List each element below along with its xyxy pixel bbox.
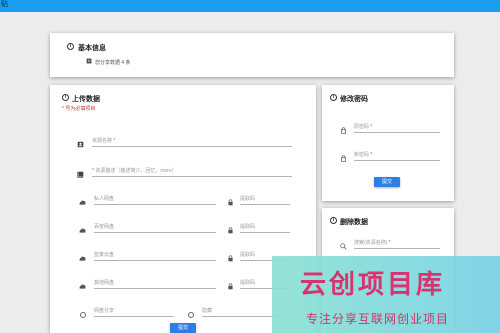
search-icon — [340, 243, 347, 250]
top-bar: 贴 — [0, 0, 500, 12]
top-bar-label: 贴 — [1, 1, 8, 8]
old-password-placeholder: 原密码 — [354, 124, 370, 130]
watermark-title: 云创项目库 — [300, 270, 446, 300]
info-icon: i — [67, 43, 74, 50]
lock-icon — [228, 255, 233, 262]
password-title: 修改密码 — [340, 96, 368, 103]
description-icon — [77, 171, 84, 178]
basic-info-title: 基本信息 — [78, 45, 106, 52]
share-option-field[interactable]: 网盘分享 — [94, 307, 174, 317]
info-icon: i — [62, 94, 69, 101]
required-mark: * — [370, 152, 373, 158]
lanzou-disk-placeholder: 蓝奏云盘 — [94, 252, 115, 258]
baidu-disk-code-input[interactable]: 提取码 — [240, 223, 290, 233]
delete-search-input[interactable]: 搜索(资源名称) * — [354, 239, 440, 249]
required-mark: * — [370, 124, 373, 130]
private-disk-placeholder: 私人网盘 — [94, 196, 115, 202]
baidu-disk-code-placeholder: 提取码 — [240, 224, 256, 230]
watermark-banner: 云创项目库 专注分享互联网创业项目 — [272, 256, 500, 333]
other-disk-placeholder: 其他网盘 — [94, 280, 115, 286]
cloud-upload-icon — [79, 228, 86, 233]
watermark-subtitle: 专注分享互联网创业项目 — [306, 312, 450, 326]
private-disk-code-placeholder: 提取码 — [240, 196, 256, 202]
old-password-input[interactable]: 原密码 * — [354, 123, 440, 133]
hidden-option-field[interactable]: 隐藏 — [202, 307, 282, 317]
required-mark: * — [92, 168, 94, 174]
lanzou-disk-input[interactable]: 蓝奏云盘 — [94, 251, 216, 261]
delete-search-placeholder: 搜索(资源名称) — [354, 240, 388, 246]
other-disk-code-placeholder: 提取码 — [240, 280, 256, 286]
private-disk-code-input[interactable]: 提取码 — [240, 195, 290, 205]
upload-title: 上传数据 — [72, 96, 100, 103]
delete-title: 删除数据 — [340, 219, 368, 226]
lock-icon — [228, 283, 233, 290]
share-count: 您分享数据 4 条 — [95, 60, 131, 66]
lock-icon — [228, 199, 233, 206]
password-card: i 修改密码 原密码 * 新密码 * 提交 — [322, 85, 454, 201]
cloud-upload-icon — [79, 256, 86, 261]
password-submit-button[interactable]: 提交 — [374, 177, 400, 187]
radio-share[interactable] — [80, 312, 86, 318]
resource-description-input[interactable]: * 资源描述（描述简介、回忆、more） — [92, 167, 292, 177]
radio-share-label: 网盘分享 — [94, 308, 115, 314]
info-icon: i — [330, 217, 337, 224]
baidu-disk-placeholder: 百度网盘 — [94, 224, 115, 230]
required-mark: * — [388, 240, 391, 246]
private-disk-input[interactable]: 私人网盘 — [94, 195, 216, 205]
lanzou-disk-code-placeholder: 提取码 — [240, 252, 256, 258]
lock-icon — [228, 227, 233, 234]
cloud-upload-icon — [79, 284, 86, 289]
lock-icon — [341, 127, 346, 134]
lock-icon — [341, 155, 346, 162]
radio-hidden[interactable] — [188, 312, 194, 318]
resource-description-placeholder: 资源描述（描述简介、回忆、more） — [95, 168, 177, 174]
radio-hidden-label: 隐藏 — [202, 308, 213, 314]
document-icon — [86, 58, 92, 64]
cloud-upload-icon — [79, 200, 86, 205]
baidu-disk-input[interactable]: 百度网盘 — [94, 223, 216, 233]
required-mark: * — [113, 138, 116, 144]
basic-info-card: i 基本信息 您分享数据 4 条 — [50, 33, 454, 77]
resource-name-input[interactable]: 资源名称 * — [92, 137, 292, 147]
upload-submit-button[interactable]: 提交 — [170, 323, 196, 333]
resource-name-placeholder: 资源名称 — [92, 138, 113, 144]
other-disk-input[interactable]: 其他网盘 — [94, 279, 216, 289]
new-password-placeholder: 新密码 — [354, 152, 370, 158]
new-password-input[interactable]: 新密码 * — [354, 151, 440, 161]
required-note: * 号为必填项目 — [62, 106, 96, 112]
info-icon: i — [330, 94, 337, 101]
id-card-icon — [77, 141, 84, 148]
